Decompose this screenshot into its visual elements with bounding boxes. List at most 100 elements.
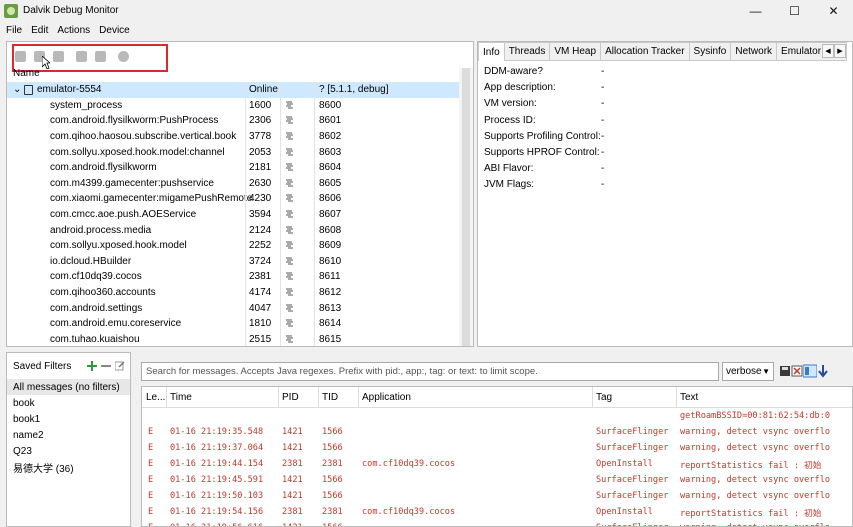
process-row[interactable]: com.cf10dq39.cocos 2381 8611 <box>7 269 473 285</box>
debug-status-icon <box>286 163 293 171</box>
log-row[interactable]: E 01-16 21:19:37.064 1421 1566 SurfaceFlinge… <box>142 440 852 456</box>
column-header-application[interactable]: Application <box>362 392 411 403</box>
log-row[interactable]: E 01-16 21:19:50.103 1421 1566 SurfaceFlinge… <box>142 488 852 504</box>
device-icon <box>24 84 33 95</box>
column-header-tag[interactable]: Tag <box>596 392 612 403</box>
tab-threads[interactable]: Threads <box>504 42 551 61</box>
menu-bar: File Edit Actions Device <box>0 21 853 39</box>
tab-info[interactable]: Info <box>478 42 505 61</box>
log-row[interactable]: E 01-16 21:19:44.154 2381 2381 com.cf10dq39.… <box>142 456 852 472</box>
info-row: DDM-aware? - <box>484 66 604 82</box>
tab-vm-heap[interactable]: VM Heap <box>550 42 602 61</box>
log-row[interactable]: E 01-16 21:19:54.156 2381 2381 com.cf10dq39.… <box>142 504 852 520</box>
device-row[interactable]: ⌄ emulator-5554 Online ? [5.1.1, debug] <box>7 82 473 98</box>
log-cell-tag: OpenInstall <box>596 459 653 469</box>
device-list-scrollbar[interactable] <box>459 68 473 346</box>
debug-status-icon <box>286 304 293 312</box>
log-cell-text: warning, detect vsync overflo <box>680 475 831 485</box>
log-cell-app: com.cf10dq39.cocos <box>362 459 456 469</box>
process-port: 8603 <box>319 146 342 158</box>
process-row[interactable]: com.m4399.gamecenter:pushservice 2630 8605 <box>7 176 473 192</box>
column-header-text[interactable]: Text <box>680 392 698 403</box>
minimize-button[interactable]: — <box>736 0 775 21</box>
close-button[interactable]: ✕ <box>814 0 853 21</box>
log-cell-tag: SurfaceFlinger <box>596 523 668 526</box>
process-row[interactable]: com.cmcc.aoe.push.AOEService 3594 8607 <box>7 207 473 223</box>
process-row[interactable]: android.process.media 2124 8608 <box>7 222 473 238</box>
log-cell-time: 01-16 21:19:50.103 <box>170 491 264 501</box>
log-row[interactable]: E 01-16 21:19:56.616 1421 1566 SurfaceFlinge… <box>142 520 852 526</box>
column-header-pid[interactable]: PID <box>282 392 299 403</box>
log-cell-lv: E <box>148 475 154 485</box>
process-row[interactable]: io.dcloud.HBuilder 3724 8610 <box>7 254 473 270</box>
tab-network[interactable]: Network <box>731 42 778 61</box>
log-search-input[interactable]: Search for messages. Accepts Java regexe… <box>141 362 719 381</box>
tab-allocation-tracker[interactable]: Allocation Tracker <box>601 42 690 61</box>
chevron-down-icon[interactable]: ⌄ <box>13 84 21 95</box>
process-name: com.sollyu.xposed.hook.model:channel <box>50 146 225 158</box>
process-row[interactable]: com.qihoo360.accounts 4174 8612 <box>7 285 473 301</box>
info-value: - <box>601 163 605 175</box>
menu-actions[interactable]: Actions <box>51 25 93 36</box>
column-header-time[interactable]: Time <box>170 392 192 403</box>
tab-scroll-right-icon[interactable]: ▶ <box>834 44 846 58</box>
filter-item[interactable]: Q23 <box>7 443 130 459</box>
save-log-icon[interactable] <box>779 364 791 378</box>
remove-filter-icon[interactable] <box>101 361 111 371</box>
filter-item[interactable]: All messages (no filters) <box>7 379 130 395</box>
log-cell-tid: 2381 <box>322 459 343 469</box>
log-cell-tid: 1566 <box>322 523 343 526</box>
info-row: Supports HPROF Control: - <box>484 147 604 163</box>
filter-item[interactable]: name2 <box>7 427 130 443</box>
log-row[interactable]: E 01-16 21:19:45.591 1421 1566 SurfaceFlinge… <box>142 472 852 488</box>
log-cell-time: 01-16 21:19:44.154 <box>170 459 264 469</box>
log-cell-pid: 1421 <box>282 443 303 453</box>
process-row[interactable]: com.android.flysilkworm 2181 8604 <box>7 160 473 176</box>
maximize-button[interactable]: ☐ <box>775 0 814 21</box>
scroll-lock-icon[interactable] <box>817 364 829 378</box>
process-port: 8614 <box>319 318 342 330</box>
process-row[interactable]: com.sollyu.xposed.hook.model 2252 8609 <box>7 238 473 254</box>
chevron-down-icon: ▼ <box>762 367 770 376</box>
toggle-filter-panel-icon[interactable] <box>803 364 817 378</box>
tab-sysinfo[interactable]: Sysinfo <box>689 42 732 61</box>
process-pid: 4047 <box>249 302 272 314</box>
process-pid: 2381 <box>249 271 272 283</box>
edit-filter-icon[interactable] <box>115 361 125 371</box>
log-row[interactable]: E 01-16 21:19:35.548 1421 1566 SurfaceFlinge… <box>142 424 852 440</box>
process-row[interactable]: com.qihoo.haosou.subscribe.vertical.book… <box>7 129 473 145</box>
process-row[interactable]: com.android.settings 4047 8613 <box>7 300 473 316</box>
debug-status-icon <box>286 319 293 327</box>
filter-item[interactable]: book <box>7 395 130 411</box>
log-row[interactable]: getRoamBSSID=00:81:62:54:db:0 <box>142 408 852 424</box>
column-header-level[interactable]: Le... <box>146 392 165 403</box>
column-separator <box>280 82 281 346</box>
process-name: com.sollyu.xposed.hook.model <box>50 240 187 252</box>
column-header-tid[interactable]: TID <box>322 392 338 403</box>
info-panel: Info Threads VM Heap Allocation Tracker … <box>477 41 853 347</box>
process-row[interactable]: com.xiaomi.gamecenter:migamePushRemote 42… <box>7 191 473 207</box>
log-level-value: verbose <box>726 366 762 377</box>
column-separator <box>314 82 315 346</box>
log-level-select[interactable]: verbose ▼ <box>722 362 774 381</box>
filter-item[interactable]: 易德大学 (36) <box>7 459 130 475</box>
info-label: Supports Profiling Control: <box>484 130 601 142</box>
log-cell-tag: SurfaceFlinger <box>596 491 669 501</box>
process-row[interactable]: com.sollyu.xposed.hook.model:channel 2053… <box>7 144 473 160</box>
process-port: 8605 <box>319 177 342 189</box>
add-filter-icon[interactable] <box>87 361 97 371</box>
process-pid: 2306 <box>249 115 272 127</box>
menu-device[interactable]: Device <box>93 25 133 36</box>
menu-edit[interactable]: Edit <box>25 25 51 36</box>
filter-item[interactable]: book1 <box>7 411 130 427</box>
tab-scroll-left-icon[interactable]: ◀ <box>822 44 834 58</box>
menu-file[interactable]: File <box>0 25 25 36</box>
process-row[interactable]: system_process 1600 8600 <box>7 98 473 114</box>
process-row[interactable]: com.tuhao.kuaishou 2515 8615 <box>7 332 473 348</box>
process-row[interactable]: com.android.emu.coreservice 1810 8614 <box>7 316 473 332</box>
tab-strip: Info Threads VM Heap Allocation Tracker … <box>478 42 848 61</box>
clear-log-icon[interactable] <box>791 364 803 378</box>
log-cell-time: 01-16 21:19:45.591 <box>170 475 264 485</box>
process-row[interactable]: com.android.flysilkworm:PushProcess 2306 8… <box>7 113 473 129</box>
process-pid: 1600 <box>249 99 272 111</box>
